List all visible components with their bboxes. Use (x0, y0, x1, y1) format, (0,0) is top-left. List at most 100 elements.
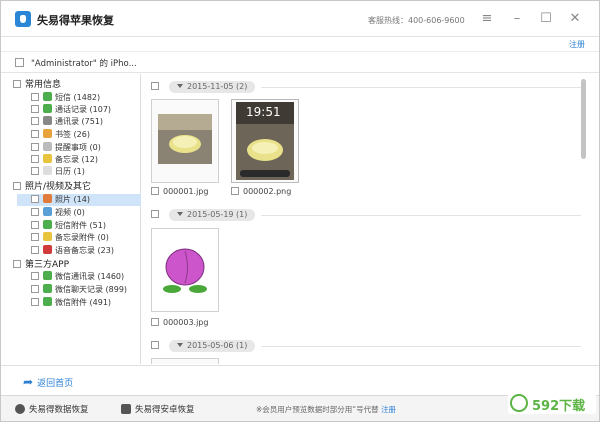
tree-group-thirdparty[interactable]: 第三方APP (13, 259, 69, 271)
close-icon[interactable]: ✕ (567, 11, 583, 27)
checkbox[interactable] (31, 298, 39, 306)
tree-item-bookmarks[interactable]: 书签 (26) (31, 129, 90, 141)
android-icon (121, 404, 131, 414)
checkbox[interactable] (31, 93, 39, 101)
file-name: 000003.jpg (163, 318, 209, 327)
tree-item-label: 备忘录附件 (0) (55, 233, 109, 242)
device-name: "Administrator" 的 iPho... (31, 59, 137, 69)
checkbox[interactable] (31, 130, 39, 138)
tree-group-media[interactable]: 照片/视频及其它 (13, 181, 91, 193)
hotline-text: 客服热线：400-606-9600 (368, 16, 465, 25)
date-pill[interactable]: 2015-05-06 (1) (169, 340, 256, 352)
tree-item-contacts[interactable]: 通讯录 (751) (31, 116, 103, 128)
divider (261, 346, 581, 347)
menu-icon[interactable]: ≡ (479, 11, 495, 27)
notice-text: ※会员用户预览数据时部分用“号代替 (256, 405, 379, 414)
checkbox[interactable] (13, 260, 21, 268)
tree-group-common[interactable]: 常用信息 (13, 79, 61, 91)
tree-item-photos[interactable]: 照片 (14) (17, 194, 141, 206)
tree-item-wechat-attach[interactable]: 微信附件 (491) (31, 297, 111, 309)
photo-image (158, 114, 212, 164)
notice-register-link[interactable]: 注册 (381, 405, 396, 414)
checkbox[interactable] (31, 143, 39, 151)
tree-item-calendar[interactable]: 日历 (1) (31, 166, 85, 178)
android-recovery-button[interactable]: 失易得安卓恢复 (121, 403, 195, 415)
minimize-icon[interactable]: – (509, 11, 525, 27)
photo-thumbnail[interactable] (151, 99, 219, 183)
photo-thumbnail-partial[interactable] (151, 358, 219, 364)
phone-icon (43, 104, 52, 113)
checkbox[interactable] (151, 318, 159, 326)
checkbox[interactable] (31, 285, 39, 293)
date-group-header[interactable]: 2015-05-19 (1) (151, 209, 581, 221)
device-checkbox[interactable] (15, 58, 24, 67)
footer-btn-label: 失易得数据恢复 (29, 405, 89, 415)
tree-item-calls[interactable]: 通话记录 (107) (31, 104, 111, 116)
tree-item-label: 微信聊天记录 (899) (55, 285, 128, 294)
tree-item-label: 通话记录 (107) (55, 105, 112, 114)
checkbox[interactable] (151, 187, 159, 195)
wechat-icon (43, 284, 52, 293)
checkbox[interactable] (151, 341, 159, 349)
tree-group-label: 照片/视频及其它 (25, 182, 92, 192)
phone-time: 19:51 (246, 105, 281, 119)
watermark-logo-icon (510, 394, 528, 412)
date-group-header[interactable]: 2015-05-06 (1) (151, 340, 581, 352)
checkbox[interactable] (31, 272, 39, 280)
scrollbar[interactable] (581, 79, 586, 159)
checkbox[interactable] (31, 221, 39, 229)
checkbox[interactable] (31, 155, 39, 163)
watermark: 592下载 (508, 392, 596, 414)
tree-item-sms[interactable]: 短信 (1482) (31, 92, 100, 104)
checkbox[interactable] (151, 82, 159, 90)
date-group-header[interactable]: 2015-11-05 (2) (151, 81, 581, 93)
checkbox[interactable] (13, 80, 21, 88)
back-home-button[interactable]: ➦ 返回首页 (23, 375, 73, 389)
tree-item-label: 备忘录 (12) (55, 155, 98, 164)
data-recovery-button[interactable]: 失易得数据恢复 (15, 403, 89, 415)
photo-thumbnail[interactable] (151, 228, 219, 312)
tree-item-notes[interactable]: 备忘录 (12) (31, 154, 98, 166)
checkbox[interactable] (231, 187, 239, 195)
device-bar: "Administrator" 的 iPho... (1, 51, 599, 73)
tree-item-voice-memo[interactable]: 语音备忘录 (23) (31, 245, 114, 257)
file-name-row[interactable]: 000001.jpg (151, 187, 208, 196)
checkbox[interactable] (31, 167, 39, 175)
tree-item-label: 短信 (1482) (55, 93, 101, 102)
app-title: 失易得苹果恢复 (37, 14, 114, 27)
wechat-icon (43, 271, 52, 280)
screenshot-thumbnail[interactable]: 19:51 (231, 99, 299, 183)
footer-btn-label: 失易得安卓恢复 (135, 405, 195, 415)
photos-icon (43, 194, 52, 203)
notes-icon (43, 154, 52, 163)
checkbox[interactable] (31, 208, 39, 216)
tree-item-video[interactable]: 视频 (0) (31, 207, 85, 219)
date-pill[interactable]: 2015-05-19 (1) (169, 209, 256, 221)
voice-memo-icon (43, 245, 52, 254)
file-name-row[interactable]: 000003.jpg (151, 318, 208, 327)
tree-item-label: 通讯录 (751) (55, 117, 104, 126)
attachment-icon (43, 220, 52, 229)
contacts-icon (43, 116, 52, 125)
file-name-row[interactable]: 000002.png (231, 187, 291, 196)
tree-item-notes-attach[interactable]: 备忘录附件 (0) (31, 232, 109, 244)
checkbox[interactable] (31, 105, 39, 113)
checkbox[interactable] (31, 195, 39, 203)
checkbox[interactable] (31, 117, 39, 125)
reminder-icon (43, 142, 52, 151)
checkbox[interactable] (13, 182, 21, 190)
date-pill[interactable]: 2015-11-05 (2) (169, 81, 256, 93)
tree-item-label: 微信通讯录 (1460) (55, 272, 125, 281)
tree-item-wechat-contacts[interactable]: 微信通讯录 (1460) (31, 271, 124, 283)
checkbox[interactable] (31, 246, 39, 254)
register-link[interactable]: 注册 (569, 39, 585, 50)
tree-item-sms-attach[interactable]: 短信附件 (51) (31, 220, 106, 232)
back-arrow-icon: ➦ (23, 375, 34, 389)
tree-item-reminders[interactable]: 提醒事项 (0) (31, 142, 101, 154)
checkbox[interactable] (151, 210, 159, 218)
checkbox[interactable] (31, 233, 39, 241)
maximize-icon[interactable]: ☐ (538, 11, 554, 27)
peach-image (163, 248, 207, 293)
file-name: 000002.png (243, 187, 292, 196)
tree-item-wechat-chat[interactable]: 微信聊天记录 (899) (31, 284, 127, 296)
